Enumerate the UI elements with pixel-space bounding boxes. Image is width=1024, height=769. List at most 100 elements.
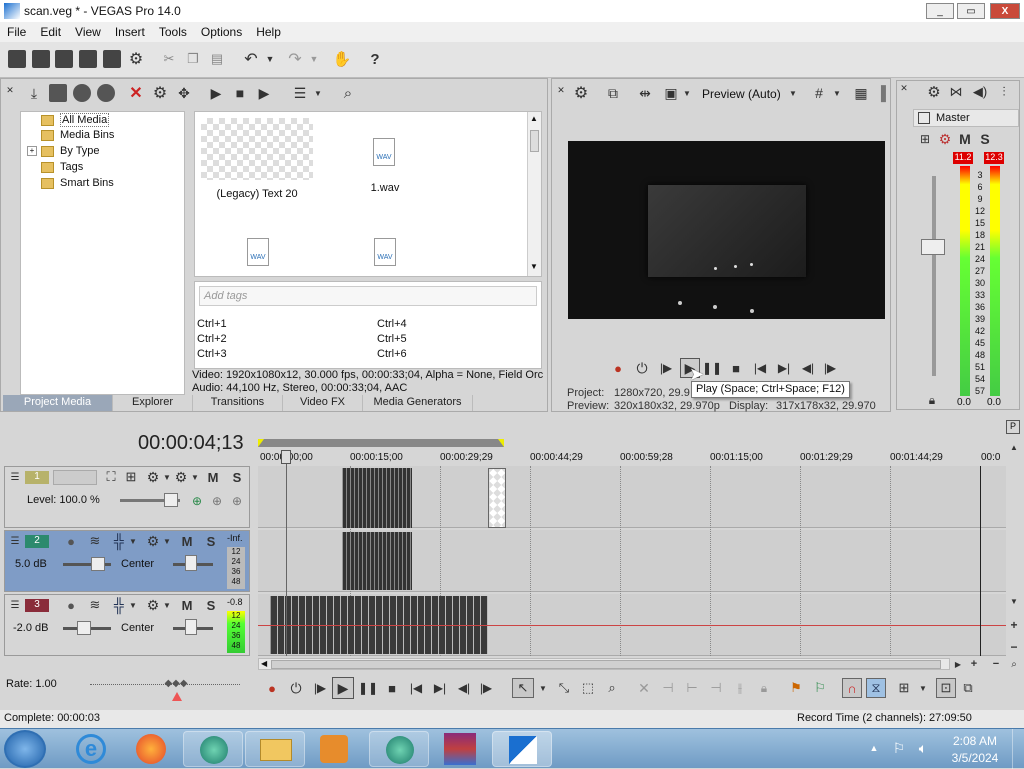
winrar-icon[interactable] — [444, 733, 476, 765]
new-icon[interactable] — [8, 50, 26, 68]
show-desktop-button[interactable] — [1012, 729, 1024, 769]
hand-tool-icon[interactable]: ✋ — [333, 50, 352, 68]
show-hidden-icons-icon[interactable]: ▲ — [868, 741, 880, 755]
pause-icon[interactable]: ❚❚ — [358, 680, 378, 696]
panel-close-icon[interactable]: ✕ — [899, 83, 909, 93]
taskbar-app-1[interactable] — [183, 731, 243, 767]
menu-help[interactable]: Help — [249, 25, 288, 39]
arm-record-icon[interactable]: ● — [63, 533, 79, 549]
lock-faders-icon[interactable]: ⫶ — [995, 83, 1013, 101]
timeline-horizontal-scrollbar[interactable]: ◀ — [258, 658, 950, 670]
track-settings-dropdown-icon[interactable]: ▼ — [191, 469, 199, 485]
panel-close-icon[interactable]: ✕ — [5, 85, 15, 95]
capture-video-icon[interactable] — [49, 84, 67, 102]
track-header-2[interactable]: ☰ 2 ● ≋ ╬ ▼ ⚙ ▼ M S 5.0 dB Center -Inf. … — [4, 530, 250, 592]
text-media-event[interactable] — [488, 468, 506, 528]
solo-button[interactable]: S — [229, 469, 245, 485]
scroll-left-icon[interactable]: ◀ — [261, 659, 267, 668]
audio-fx-icon[interactable]: ╬ — [109, 597, 129, 613]
media-player-icon[interactable] — [320, 735, 348, 763]
zoom-in-time-icon[interactable]: + — [968, 658, 980, 670]
pause-icon[interactable]: ❚❚ — [702, 360, 722, 376]
track-settings-dropdown-icon[interactable]: ▼ — [163, 597, 171, 613]
track-name-field[interactable] — [53, 470, 97, 485]
tree-item-all-media[interactable]: All Media — [41, 113, 110, 127]
level-slider-handle[interactable] — [164, 493, 178, 507]
trim-icon[interactable]: ⊣ — [660, 680, 676, 696]
close-button[interactable]: X — [990, 3, 1020, 19]
menu-file[interactable]: File — [0, 25, 33, 39]
preview-screen[interactable] — [568, 141, 885, 319]
track-fx-icon[interactable]: ⚙ — [145, 469, 161, 485]
save-as-icon[interactable] — [79, 50, 97, 68]
scroll-thumb[interactable] — [271, 660, 941, 669]
track-settings-dropdown-icon[interactable]: ▼ — [163, 533, 171, 549]
play-icon[interactable]: ▶ — [332, 677, 354, 699]
save-snapshot-icon[interactable]: ▐ — [872, 84, 890, 102]
video-clip-events[interactable] — [342, 468, 412, 528]
preview-settings-icon[interactable]: ⚙ — [572, 84, 590, 102]
tab-video-fx[interactable]: Video FX — [283, 395, 363, 411]
tab-project-media[interactable]: Project Media — [3, 395, 113, 411]
trim-end-icon[interactable]: ⊣ — [708, 680, 724, 696]
tab-transitions[interactable]: Transitions — [193, 395, 283, 411]
zoom-in-track-icon[interactable]: + — [1007, 618, 1021, 632]
solo-button[interactable]: S — [203, 597, 219, 613]
file-explorer-button[interactable] — [245, 731, 305, 767]
maximize-button[interactable]: ▭ — [957, 3, 985, 19]
master-fx-chain-icon[interactable]: ⚙ — [937, 131, 953, 147]
media-bins-tree[interactable]: All Media Media Bins + By Type Tags Smar… — [20, 111, 185, 395]
tree-item-media-bins[interactable]: Media Bins — [41, 129, 114, 141]
volume-slider-handle[interactable] — [91, 557, 105, 571]
master-settings-icon[interactable]: ⚙ — [925, 83, 943, 101]
volume-muted-icon[interactable]: 🔈︎ — [914, 739, 932, 757]
loop-playback-icon[interactable]: ⏻ — [288, 680, 304, 696]
save-icon[interactable] — [55, 50, 73, 68]
master-mute-button[interactable]: M — [957, 131, 973, 147]
normal-edit-tool-icon[interactable]: ↖ — [512, 678, 534, 698]
audio-fx-icon[interactable]: ╬ — [109, 533, 129, 549]
extract-audio-icon[interactable] — [73, 84, 91, 102]
rate-slider-handle[interactable]: ◆◆◆ — [164, 678, 188, 690]
scroll-thumb[interactable] — [530, 130, 539, 152]
master-solo-button[interactable]: S — [977, 131, 993, 147]
scroll-right-icon[interactable]: ▶ — [952, 658, 964, 670]
menu-view[interactable]: View — [68, 25, 108, 39]
views-dropdown-icon[interactable]: ▼ — [313, 84, 323, 102]
media-fx-icon[interactable]: ✥ — [175, 84, 193, 102]
audio-fx-dropdown-icon[interactable]: ▼ — [129, 597, 137, 613]
go-to-end-icon[interactable]: ▶| — [776, 360, 792, 376]
playhead-line[interactable] — [286, 452, 287, 656]
playhead-marker[interactable] — [281, 450, 291, 464]
go-to-start-icon[interactable]: |◀ — [408, 680, 424, 696]
track-header-1[interactable]: ☰ 1 ⛶ ⊞ ⚙ ▼ ⚙ ▼ M S Level: 100.0 % ⊕ ⊕ ⊕ — [4, 466, 250, 528]
menu-edit[interactable]: Edit — [33, 25, 68, 39]
remove-media-icon[interactable]: ✕ — [127, 84, 145, 102]
track-settings-icon[interactable]: ⚙ — [145, 533, 161, 549]
shortcut-tag-3[interactable]: Ctrl+3 — [197, 348, 227, 360]
zoom-edit-tool-icon[interactable]: ⌕ — [604, 680, 620, 696]
zoom-out-time-icon[interactable]: − — [990, 658, 1002, 670]
firefox-icon[interactable] — [136, 734, 166, 764]
tab-explorer[interactable]: Explorer — [113, 395, 193, 411]
mute-button[interactable]: M — [205, 469, 221, 485]
collapse-icon[interactable]: ☰ — [9, 471, 21, 483]
stop-preview-icon[interactable]: ■ — [231, 84, 249, 102]
tree-item-smart-bins[interactable]: Smart Bins — [41, 177, 114, 189]
timecode-display[interactable]: 00:00:04;13 — [138, 432, 244, 455]
record-icon[interactable]: ● — [610, 360, 626, 376]
auto-preview-icon[interactable]: ▶ — [255, 84, 273, 102]
loop-region-bar[interactable] — [258, 439, 504, 447]
selection-tool-icon[interactable]: ⬚ — [580, 680, 596, 696]
grid-icon[interactable]: # — [810, 84, 828, 102]
media-item-1-wav[interactable]: WAV 1.wav — [335, 132, 435, 202]
vegas-pro-button[interactable] — [492, 731, 552, 767]
insert-marker-icon[interactable]: ⚑ — [788, 680, 804, 696]
views-icon[interactable]: ☰ — [291, 84, 309, 102]
delete-icon[interactable]: ✕ — [636, 680, 652, 696]
external-monitor-icon[interactable]: ⧉ — [604, 84, 622, 102]
overlay-icon[interactable]: ▣ — [662, 84, 680, 102]
cut-icon[interactable]: ✂ — [160, 50, 178, 68]
copy-snapshot-icon[interactable]: ▦ — [852, 84, 870, 102]
media-item-legacy-text[interactable]: (Legacy) Text 20 — [201, 118, 313, 208]
